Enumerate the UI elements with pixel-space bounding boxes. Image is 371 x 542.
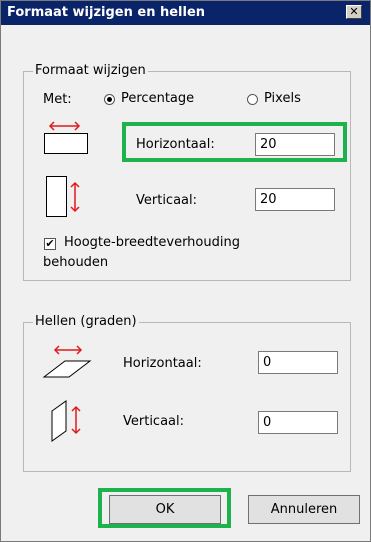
dialog-title: Formaat wijzigen en hellen [7, 5, 206, 20]
skew-vertical-label: Verticaal: [123, 414, 185, 429]
percentage-label[interactable]: Percentage [121, 91, 194, 106]
resize-skew-dialog: Formaat wijzigen en hellen ✕ Formaat wij… [0, 0, 371, 542]
pixels-radio[interactable] [247, 94, 258, 105]
vertical-resize-icon [46, 176, 80, 217]
skew-vertical-input[interactable]: 0 [258, 411, 338, 434]
keep-ratio-checkbox[interactable]: ✔ [44, 238, 56, 250]
skew-horizontal-label: Horizontaal: [123, 356, 202, 371]
skew-horizontal-input[interactable]: 0 [258, 351, 338, 374]
resize-vertical-input[interactable]: 20 [255, 188, 335, 211]
vertical-skew-icon [51, 400, 81, 442]
resize-vertical-label: Verticaal: [136, 193, 198, 208]
keep-ratio-label-line2[interactable]: behouden [43, 255, 108, 270]
pixels-label[interactable]: Pixels [264, 91, 301, 106]
horizontal-skew-icon [42, 345, 92, 378]
percentage-radio[interactable] [104, 94, 115, 105]
checkmark-icon: ✔ [45, 237, 55, 250]
cancel-button[interactable]: Annuleren [248, 495, 360, 524]
skew-group-legend: Hellen (graden) [33, 314, 139, 329]
horizontal-resize-icon [44, 121, 88, 154]
close-button[interactable]: ✕ [346, 5, 362, 19]
close-icon: ✕ [349, 5, 359, 18]
keep-ratio-label-line1[interactable]: Hoogte-breedteverhouding [64, 235, 240, 250]
highlight-ok [98, 488, 231, 528]
highlight-horizontal [122, 122, 347, 162]
by-label: Met: [43, 92, 72, 107]
resize-group-legend: Formaat wijzigen [33, 63, 148, 78]
title-bar: Formaat wijzigen en hellen ✕ [1, 1, 370, 25]
